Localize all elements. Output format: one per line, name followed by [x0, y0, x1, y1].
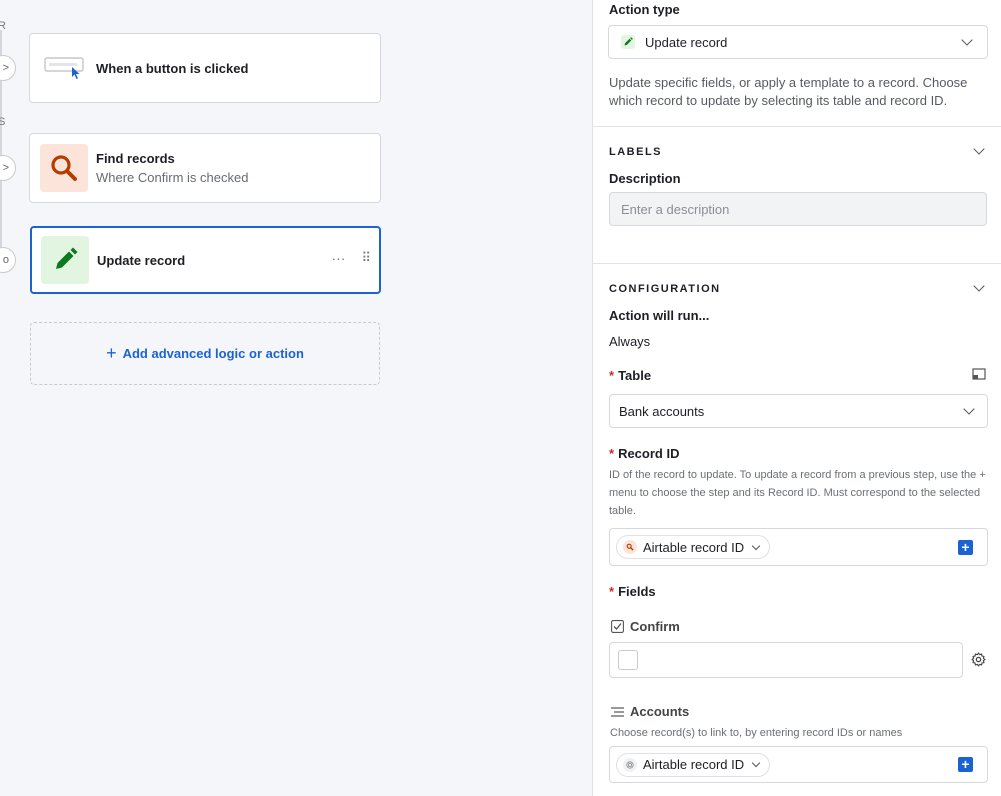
- confirm-field-input: [609, 642, 963, 678]
- button-click-icon: [40, 44, 88, 92]
- description-input[interactable]: Enter a description: [609, 192, 987, 226]
- checkbox-field-icon: [611, 620, 624, 638]
- search-icon: [623, 540, 637, 554]
- rail-node[interactable]: >: [0, 55, 16, 81]
- search-icon: [40, 144, 88, 192]
- chevron-down-icon: [751, 541, 761, 550]
- find-records-condition: Where Confirm is checked: [96, 170, 249, 185]
- divider: [593, 263, 1001, 264]
- table-label: * Table: [609, 368, 651, 383]
- table-label-text: Table: [618, 368, 652, 383]
- drag-handle-icon[interactable]: ⠿: [361, 250, 371, 266]
- record-id-input[interactable]: Airtable record ID +: [609, 528, 988, 566]
- action-config-panel: Action type Update record Update specifi…: [592, 0, 1001, 796]
- find-records-title: Find records: [96, 151, 175, 166]
- action-type-select[interactable]: Update record: [608, 25, 988, 59]
- chevron-down-icon[interactable]: [973, 143, 985, 155]
- record-id-label: * Record ID: [609, 446, 679, 461]
- fingerprint-icon: [623, 757, 637, 772]
- chevron-down-icon: [961, 34, 973, 46]
- labels-section-title: LABELS: [609, 146, 662, 158]
- chevron-down-icon: [963, 403, 975, 415]
- action-type-label: Action type: [609, 2, 680, 17]
- workflow-canvas: R S > > o When a button is clicked Find …: [0, 0, 592, 796]
- table-select[interactable]: Bank accounts: [609, 394, 988, 428]
- confirm-checkbox[interactable]: [618, 650, 638, 670]
- expand-icon[interactable]: [972, 367, 986, 385]
- update-record-card[interactable]: Update record ··· ⠿: [30, 226, 381, 294]
- fields-label-text: Fields: [618, 584, 656, 599]
- accounts-field-label: Accounts: [630, 704, 690, 719]
- configuration-section-title: CONFIGURATION: [609, 283, 721, 295]
- run-condition-label: Action will run...: [609, 308, 710, 323]
- find-records-card[interactable]: Find records Where Confirm is checked: [29, 133, 381, 203]
- rail-label-steps: S: [0, 116, 6, 128]
- linked-record-icon: [611, 705, 624, 723]
- gear-icon[interactable]: [971, 652, 986, 672]
- chevron-down-icon[interactable]: [973, 280, 985, 292]
- rail-label-trigger: R: [0, 20, 6, 32]
- record-id-help: ID of the record to update. To update a …: [609, 469, 986, 517]
- accounts-token[interactable]: Airtable record ID: [616, 752, 771, 777]
- confirm-field-label: Confirm: [630, 619, 680, 634]
- rail-node[interactable]: o: [0, 247, 16, 273]
- add-advanced-logic-label: Add advanced logic or action: [122, 346, 304, 361]
- record-id-label-text: Record ID: [618, 446, 680, 461]
- required-marker: *: [609, 584, 615, 599]
- chevron-down-icon: [751, 758, 761, 768]
- record-id-token[interactable]: Airtable record ID: [616, 535, 771, 559]
- update-record-title: Update record: [97, 252, 186, 268]
- trigger-title: When a button is clicked: [96, 60, 249, 76]
- run-condition-value: Always: [609, 334, 651, 349]
- fields-label: * Fields: [609, 584, 656, 599]
- required-marker: *: [609, 368, 615, 383]
- trigger-card[interactable]: When a button is clicked: [29, 33, 381, 103]
- add-advanced-logic-button[interactable]: + Add advanced logic or action: [30, 322, 380, 385]
- accounts-field-help: Choose record(s) to link to, by entering…: [610, 727, 903, 739]
- table-value: Bank accounts: [619, 403, 705, 419]
- action-type-description: Update specific fields, or apply a templ…: [609, 75, 968, 108]
- rail-node[interactable]: >: [0, 155, 16, 181]
- pencil-icon: [621, 35, 635, 49]
- description-placeholder: Enter a description: [621, 201, 730, 217]
- record-id-token-label: Airtable record ID: [643, 539, 745, 555]
- accounts-token-label: Airtable record ID: [643, 757, 745, 772]
- accounts-input[interactable]: Airtable record ID +: [609, 746, 988, 783]
- add-token-button[interactable]: +: [958, 540, 973, 555]
- pencil-icon: [41, 236, 89, 284]
- description-label: Description: [609, 171, 681, 186]
- add-token-button[interactable]: +: [958, 757, 973, 772]
- more-options-icon[interactable]: ···: [331, 250, 345, 266]
- divider: [593, 126, 1001, 127]
- plus-icon: +: [106, 343, 117, 363]
- required-marker: *: [609, 446, 615, 461]
- action-type-value: Update record: [645, 34, 728, 50]
